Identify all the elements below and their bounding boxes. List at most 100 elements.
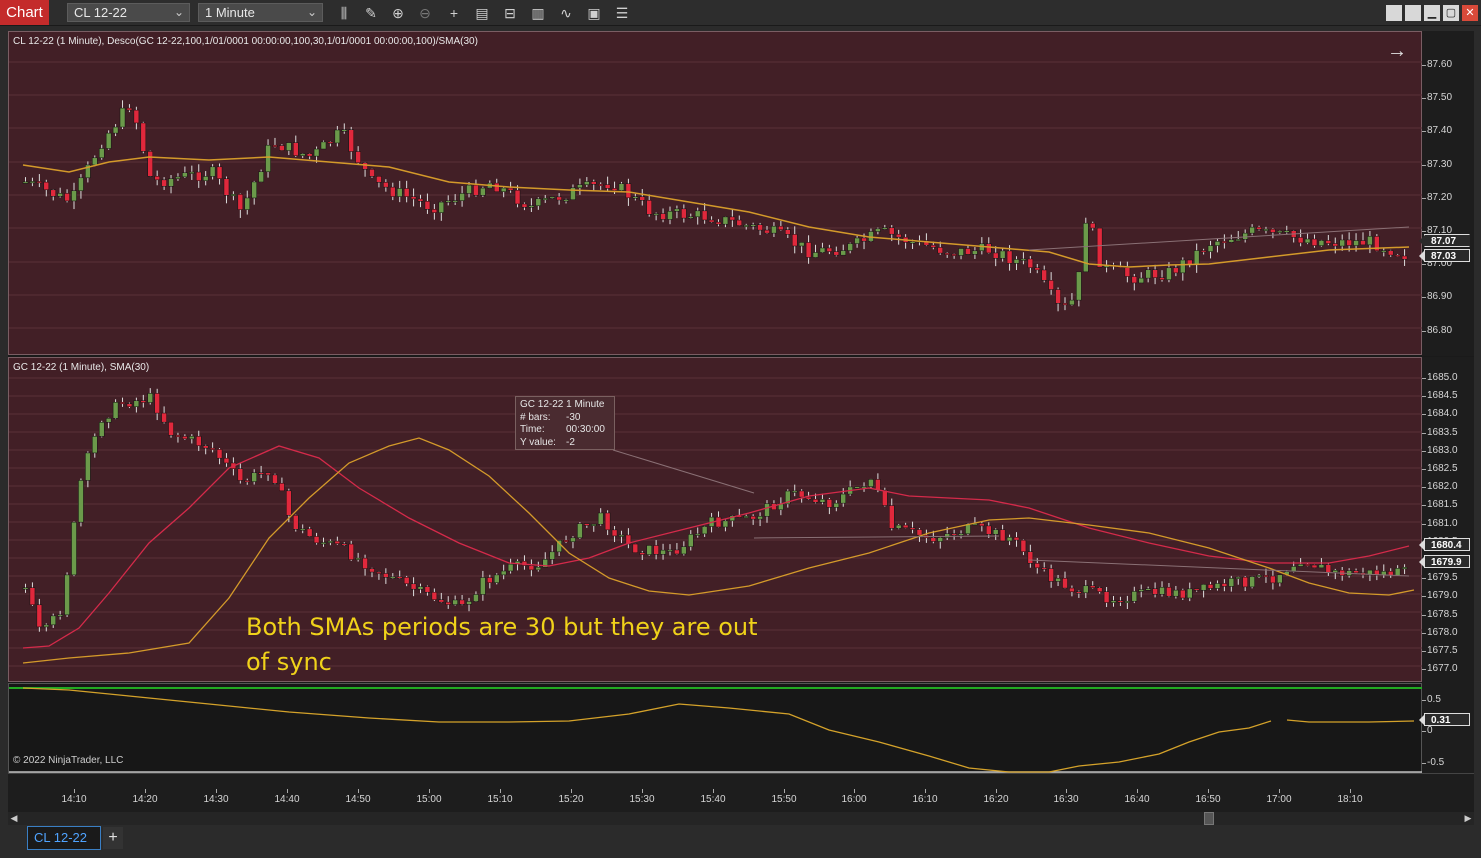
scroll-left-icon[interactable]: ◀ xyxy=(8,812,20,825)
bar-type-icon[interactable]: ⫼ xyxy=(335,4,353,22)
candle-body xyxy=(1193,588,1200,591)
candle-body xyxy=(493,574,500,583)
candle-body xyxy=(1145,269,1151,279)
candle-body xyxy=(1069,299,1075,306)
candle-body xyxy=(43,624,50,628)
candle-body xyxy=(785,229,791,235)
candle-body xyxy=(445,601,451,605)
zoom-out-icon[interactable]: ⊖ xyxy=(416,4,434,22)
time-axis[interactable]: 14:10 14:20 14:30 14:40 14:50 15:00 15:10 15:20… xyxy=(8,773,1474,813)
gc-price-panel[interactable]: GC 12-22 (1 Minute), SMA(30) GC 12-22 1 … xyxy=(8,357,1423,682)
candle-body xyxy=(286,142,292,151)
candle-body xyxy=(1089,222,1096,229)
candle-body xyxy=(1193,250,1200,265)
tooltip-key: # bars: xyxy=(520,411,551,423)
tab-cl-12-22[interactable]: CL 12-22 xyxy=(27,826,101,850)
gc-price-axis[interactable]: 1685.0 1684.5 1684.0 1683.5 1683.0 1682.5 1682… xyxy=(1419,357,1474,683)
candle-body xyxy=(528,565,535,571)
candle-body xyxy=(951,253,957,256)
candle-body xyxy=(611,529,618,537)
candle-body xyxy=(736,219,743,226)
candle-body xyxy=(757,516,763,520)
candle-body xyxy=(182,436,188,440)
cl-price-panel[interactable]: CL 12-22 (1 Minute), Desco(GC 12-22,100,… xyxy=(8,31,1423,355)
add-tab-button[interactable]: + xyxy=(103,827,123,849)
candle-body xyxy=(126,403,133,407)
candle-body xyxy=(791,490,798,493)
arrow-right-icon[interactable]: → xyxy=(1387,40,1407,63)
properties-icon[interactable]: ⊟ xyxy=(501,4,519,22)
candle-body xyxy=(105,418,112,423)
drawing-tool-icon[interactable]: ✎ xyxy=(362,4,380,22)
tooltip-value: -30 xyxy=(566,411,581,423)
data-box-icon[interactable]: ▤ xyxy=(473,4,491,22)
candle-body xyxy=(514,189,521,205)
y-tick-label: 1685.0 xyxy=(1422,372,1458,383)
candle-body xyxy=(1242,232,1248,240)
chevron-down-icon: ⌄ xyxy=(306,5,317,19)
candle-body xyxy=(958,533,964,536)
interval-selector[interactable]: 1 Minute ⌄ xyxy=(198,3,323,22)
candle-body xyxy=(459,193,465,201)
chart-window-label[interactable]: Chart xyxy=(0,0,49,25)
scrollbar-thumb[interactable] xyxy=(1204,812,1214,825)
minimize-button[interactable]: ▁ xyxy=(1424,5,1440,21)
candle-body xyxy=(563,199,569,202)
candle-body xyxy=(209,166,216,177)
restore-icon[interactable] xyxy=(1405,5,1421,21)
candle-body xyxy=(230,194,237,197)
candle-body xyxy=(854,486,860,489)
candle-body xyxy=(438,201,445,213)
candle-body xyxy=(778,225,784,230)
instrument-selector[interactable]: CL 12-22 ⌄ xyxy=(67,3,190,22)
scroll-right-icon[interactable]: ▶ xyxy=(1462,812,1474,825)
candle-body xyxy=(715,221,722,225)
templates-icon[interactable]: ▣ xyxy=(585,4,603,22)
candle-body xyxy=(369,169,375,177)
candle-body xyxy=(944,533,950,538)
zoom-in-icon[interactable]: ⊕ xyxy=(389,4,407,22)
minimize-icon[interactable] xyxy=(1386,5,1402,21)
candle-body xyxy=(1034,267,1041,271)
candle-body xyxy=(355,151,361,164)
tooltip-key: Y value: xyxy=(520,436,556,448)
candle-body xyxy=(722,216,729,225)
chart-annotation-text[interactable]: Both SMAs periods are 30 but they are ou… xyxy=(246,610,766,680)
correlation-axis[interactable]: 0.5 0 -0.5 0.31 xyxy=(1419,683,1474,773)
candle-body xyxy=(112,126,119,134)
y-tick-label: 1684.5 xyxy=(1422,390,1458,402)
horizontal-scrollbar[interactable]: ◀ ▶ xyxy=(8,812,1474,825)
candle-body xyxy=(313,536,320,544)
maximize-button[interactable]: ▢ xyxy=(1443,5,1459,21)
candle-body xyxy=(591,523,597,526)
candle-body xyxy=(320,542,327,545)
close-button[interactable]: ✕ xyxy=(1462,5,1478,21)
candle-body xyxy=(937,247,944,254)
candle-body xyxy=(1249,226,1255,234)
indicators-icon[interactable]: ▥ xyxy=(529,4,547,22)
candle-body xyxy=(154,393,160,414)
candle-body xyxy=(376,176,382,183)
candle-body xyxy=(667,549,673,552)
candle-body xyxy=(327,141,334,144)
candle-body xyxy=(223,457,230,464)
candle-body xyxy=(175,176,181,179)
candle-body xyxy=(92,157,98,166)
menu-icon[interactable]: ☰ xyxy=(613,4,631,22)
candle-body xyxy=(29,587,36,606)
candle-body xyxy=(154,176,160,181)
candle-body xyxy=(1332,569,1339,573)
crosshair-icon[interactable]: + xyxy=(445,4,463,22)
candle-body xyxy=(826,499,833,508)
chart-area[interactable]: CL 12-22 (1 Minute), Desco(GC 12-22,100,… xyxy=(8,31,1474,813)
y-tick-label: 1678.5 xyxy=(1422,608,1458,620)
candle-body xyxy=(36,604,43,628)
candle-body xyxy=(1304,563,1311,566)
candle-body xyxy=(972,250,978,255)
strategies-icon[interactable]: ∿ xyxy=(557,4,575,22)
cl-price-axis[interactable]: 87.60 87.50 87.40 87.30 87.20 87.10 87.00 86.90… xyxy=(1419,31,1474,356)
candle-body xyxy=(29,181,36,184)
correlation-panel[interactable]: © 2022 NinjaTrader, LLC xyxy=(8,683,1423,773)
candle-body xyxy=(826,247,833,252)
candle-body xyxy=(1263,228,1269,231)
